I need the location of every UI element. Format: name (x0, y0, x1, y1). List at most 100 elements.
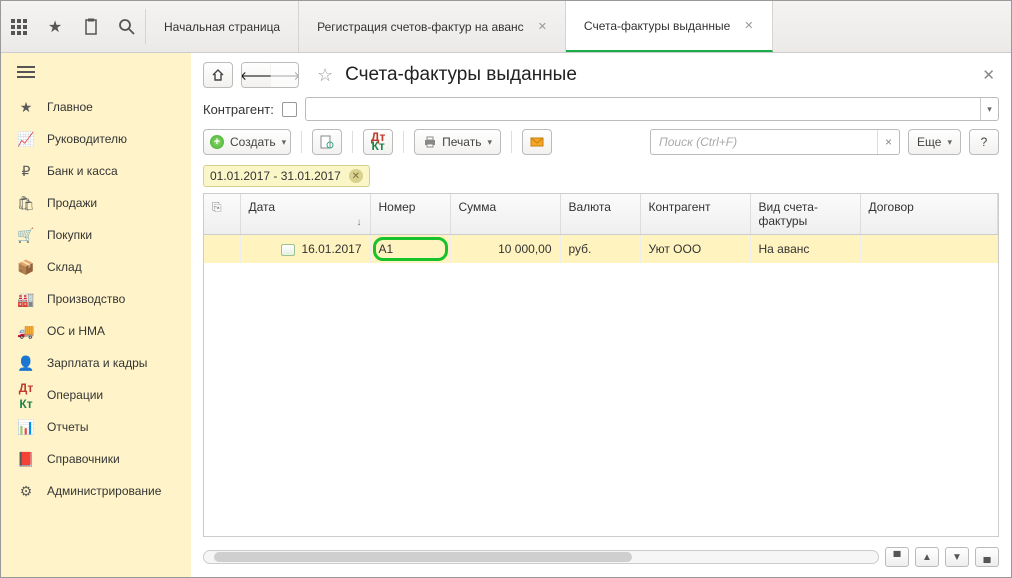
document-icon (281, 244, 295, 256)
sidebar-item-label: Склад (47, 260, 82, 274)
sidebar-item-purchases[interactable]: 🛒 Покупки (1, 219, 191, 251)
sidebar-item-main[interactable]: ★ Главное (1, 91, 191, 123)
horizontal-scrollbar[interactable] (203, 550, 879, 564)
sidebar-item-label: Операции (47, 388, 103, 402)
help-button[interactable]: ? (969, 129, 999, 155)
favorite-icon[interactable]: ☆ (317, 65, 333, 86)
dtkt-button[interactable]: ДтКт (363, 129, 393, 155)
tab-home[interactable]: Начальная страница (146, 1, 299, 52)
cell-date: 16.01.2017 (240, 235, 370, 263)
date-filter-text: 01.01.2017 - 31.01.2017 (210, 169, 341, 183)
apps-icon[interactable] (1, 1, 37, 52)
titlebar: 🡐 🡒 ☆ Счета-фактуры выданные ✕ (191, 53, 1011, 97)
gear-icon: ⚙ (17, 483, 35, 500)
sidebar-item-reports[interactable]: 📊Отчеты (1, 411, 191, 443)
bars-icon: 📊 (17, 419, 35, 436)
col-sum[interactable]: Сумма (450, 194, 560, 235)
create-button[interactable]: +Создать▾ (203, 129, 291, 155)
close-icon[interactable]: ✕ (538, 20, 547, 33)
sidebar-item-label: Покупки (47, 228, 92, 242)
clip-icon: ⎘ (212, 200, 222, 214)
col-contragent[interactable]: Контрагент (640, 194, 750, 235)
star-icon: ★ (17, 99, 35, 116)
dropdown-icon[interactable]: ▾ (980, 98, 998, 120)
tab-invoices-issued[interactable]: Счета-фактуры выданные ✕ (566, 1, 773, 52)
sidebar-item-label: Справочники (47, 452, 120, 466)
sidebar-item-label: Продажи (47, 196, 97, 210)
col-number[interactable]: Номер (370, 194, 450, 235)
sidebar-item-production[interactable]: 🏭 Производство (1, 283, 191, 315)
sidebar-item-assets[interactable]: 🚚ОС и НМА (1, 315, 191, 347)
cart-icon: 🛒 (17, 227, 35, 244)
menu-toggle[interactable] (1, 53, 191, 91)
sidebar-item-manager[interactable]: 📈 Руководителю (1, 123, 191, 155)
sort-icon: ↓ (357, 217, 362, 228)
forward-button: 🡒 (270, 63, 298, 87)
grid-empty-area (204, 263, 998, 537)
box-icon: 📦 (17, 259, 35, 276)
sidebar-item-label: Производство (47, 292, 125, 306)
sidebar-item-warehouse[interactable]: 📦 Склад (1, 251, 191, 283)
button-label: ? (981, 135, 988, 149)
find-by-number-button[interactable] (312, 129, 342, 155)
back-button[interactable]: 🡐 (242, 63, 270, 87)
clipboard-icon[interactable] (73, 1, 109, 52)
top-tabbar: ★ Начальная страница Регистрация счетов-… (1, 1, 1011, 53)
truck-icon: 🚚 (17, 323, 35, 340)
button-label: Создать (230, 135, 276, 149)
date-filter-chip[interactable]: 01.01.2017 - 31.01.2017 ✕ (203, 165, 370, 187)
sidebar-item-sales[interactable]: 🛍 Продажи (1, 187, 191, 219)
col-contract[interactable]: Договор (860, 194, 998, 235)
page-title: Счета-фактуры выданные (345, 64, 577, 86)
sidebar-item-operations[interactable]: ДтКтОперации (1, 379, 191, 411)
search-input[interactable] (651, 130, 877, 154)
search-icon[interactable] (109, 1, 145, 52)
remove-filter-icon[interactable]: ✕ (349, 169, 363, 183)
chevron-down-icon: ▾ (947, 137, 952, 148)
search-box[interactable]: × (650, 129, 900, 155)
close-panel-button[interactable]: ✕ (978, 62, 999, 88)
more-button[interactable]: Еще ▾ (908, 129, 961, 155)
sidebar-item-bank[interactable]: ₽Банк и касса (1, 155, 191, 187)
sidebar-item-label: Администрирование (47, 484, 161, 498)
tab-label: Начальная страница (164, 20, 280, 34)
tab-label: Регистрация счетов-фактур на аванс (317, 20, 524, 34)
bag-icon: 🛍 (17, 195, 35, 212)
col-date[interactable]: Дата↓ (240, 194, 370, 235)
col-attach[interactable]: ⎘ (204, 194, 240, 235)
cell-attach (204, 235, 240, 263)
scroll-up-button[interactable]: ▲ (915, 547, 939, 567)
email-button[interactable] (522, 129, 552, 155)
sidebar: ★ Главное 📈 Руководителю ₽Банк и касса 🛍 Пр… (1, 53, 191, 577)
scroll-down-button[interactable]: ▼ (945, 547, 969, 567)
sidebar-item-label: Руководителю (47, 132, 127, 146)
col-currency[interactable]: Валюта (560, 194, 640, 235)
sidebar-item-label: Банк и касса (47, 164, 118, 178)
scroll-top-button[interactable]: ▀ (885, 547, 909, 567)
contragent-combo[interactable]: ▾ (305, 97, 999, 121)
print-button[interactable]: Печать▾ (414, 129, 501, 155)
contragent-checkbox[interactable] (282, 102, 297, 117)
toolbar: +Создать▾ ДтКт Печать▾ × Еще ▾ ? (191, 129, 1011, 165)
sidebar-item-salary[interactable]: 👤Зарплата и кадры (1, 347, 191, 379)
sidebar-item-catalogs[interactable]: 📕Справочники (1, 443, 191, 475)
home-button[interactable] (203, 62, 233, 88)
close-icon[interactable]: ✕ (744, 19, 753, 32)
star-icon[interactable]: ★ (37, 1, 73, 52)
button-label: Еще (917, 135, 941, 149)
chevron-down-icon: ▾ (487, 137, 492, 148)
col-type[interactable]: Вид счета-фактуры (750, 194, 860, 235)
sidebar-item-admin[interactable]: ⚙ Администрирование (1, 475, 191, 507)
sidebar-item-label: Главное (47, 100, 93, 114)
data-grid: ⎘ Дата↓ Номер Сумма Валюта Контрагент Ви… (203, 193, 999, 537)
table-row[interactable]: 16.01.2017 А1 10 000,00 руб. Уют ООО На … (204, 235, 998, 263)
clear-search-button[interactable]: × (877, 130, 899, 154)
chart-icon: 📈 (17, 131, 35, 148)
tab-label: Счета-фактуры выданные (584, 19, 730, 33)
factory-icon: 🏭 (17, 291, 35, 308)
grid-footer: ▀ ▲ ▼ ▄ (191, 543, 1011, 577)
person-icon: 👤 (17, 355, 35, 372)
tab-registration[interactable]: Регистрация счетов-фактур на аванс ✕ (299, 1, 566, 52)
contragent-input[interactable] (306, 98, 980, 120)
scroll-bottom-button[interactable]: ▄ (975, 547, 999, 567)
